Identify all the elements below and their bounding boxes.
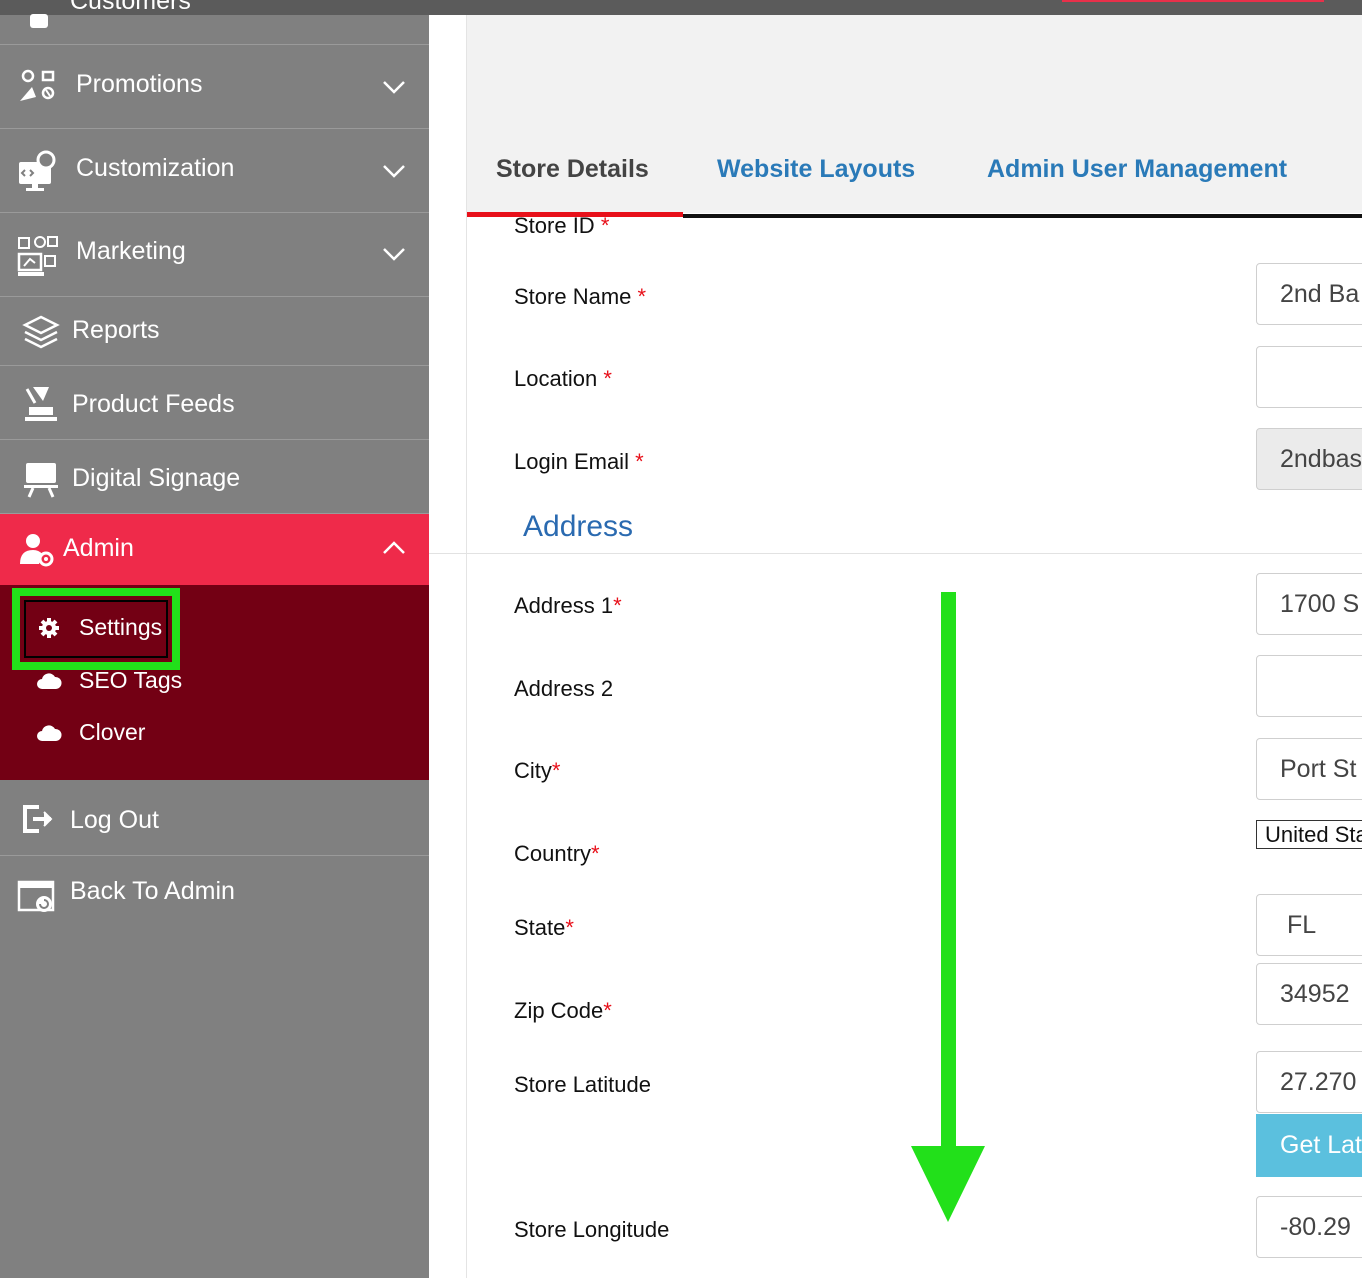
city-label: City* (514, 758, 561, 783)
sidebar-item-label: Marketing (76, 237, 186, 265)
store-longitude-input[interactable]: -80.29 (1256, 1196, 1362, 1258)
browser-back-icon (14, 873, 60, 919)
store-longitude-label: Store Longitude (514, 1217, 670, 1242)
chevron-down-icon[interactable] (381, 77, 407, 97)
chevron-up-icon[interactable] (381, 538, 407, 558)
address1-label: Address 1* (514, 593, 622, 618)
section-divider (429, 553, 1362, 554)
user-gear-icon (14, 527, 60, 573)
cloud-icon (36, 670, 62, 692)
sidebar-item-label: Back To Admin (70, 877, 235, 905)
tab-admin-user-management[interactable]: Admin User Management (987, 155, 1287, 184)
sidebar-item-customization[interactable]: Customization (0, 129, 429, 213)
address2-label: Address 2 (514, 676, 614, 701)
submenu-item-label: Clover (79, 719, 146, 745)
submenu-item-seo-tags[interactable]: SEO Tags (36, 667, 182, 694)
country-select[interactable]: United Sta (1256, 820, 1362, 849)
sidebar-item-marketing[interactable]: Marketing (0, 213, 429, 297)
sidebar-item-label: Log Out (70, 806, 159, 834)
sidebar-item-reports[interactable]: Reports (0, 297, 429, 366)
address-section-title: Address (523, 510, 634, 543)
sidebar-item-logout[interactable]: Log Out (0, 780, 429, 856)
chevron-down-icon[interactable] (381, 161, 407, 181)
country-label: Country* (514, 841, 600, 866)
zip-code-label: Zip Code* (514, 998, 612, 1023)
logout-icon (14, 796, 60, 842)
marketing-icon (16, 233, 62, 279)
store-name-input[interactable]: 2nd Ba (1256, 263, 1362, 325)
sidebar-item-label: Promotions (76, 70, 203, 98)
cloud-icon (36, 722, 62, 744)
store-latitude-input[interactable]: 27.270 (1256, 1051, 1362, 1113)
tab-website-layouts[interactable]: Website Layouts (717, 155, 915, 184)
location-label: Location * (514, 366, 612, 391)
settings-focus-outline (24, 600, 168, 658)
tab-divider (683, 214, 1362, 218)
sidebar-item-label: Digital Signage (72, 464, 241, 492)
city-input[interactable]: Port St (1256, 738, 1362, 800)
main-gutter (429, 15, 467, 1278)
sidebar-item-customers[interactable]: Customers (0, 0, 429, 45)
store-id-label: Store ID * (514, 217, 610, 238)
down-arrow-icon (911, 592, 985, 1222)
submenu-item-clover[interactable]: Clover (36, 719, 145, 746)
address1-input[interactable]: 1700 S (1256, 573, 1362, 635)
sidebar-item-label: Product Feeds (72, 390, 235, 418)
sidebar-item-label: Reports (72, 316, 160, 344)
customers-icon (16, 0, 62, 42)
promotions-icon (16, 64, 62, 110)
sidebar-item-product-feeds[interactable]: Product Feeds (0, 366, 429, 440)
monitor-icon (18, 456, 64, 502)
location-input[interactable] (1256, 346, 1362, 408)
sidebar-item-label: Admin (63, 534, 134, 562)
sidebar-item-digital-signage[interactable]: Digital Signage (0, 440, 429, 514)
chevron-down-icon[interactable] (381, 244, 407, 264)
sidebar-item-admin[interactable]: Admin (0, 514, 429, 585)
sidebar-item-label: Customization (76, 154, 235, 182)
store-name-label: Store Name * (514, 284, 647, 309)
login-email-label: Login Email * (514, 449, 644, 474)
top-bar-accent (1062, 0, 1324, 2)
state-label: State* (514, 915, 574, 940)
tab-store-details[interactable]: Store Details (496, 155, 649, 184)
get-lat-long-button[interactable]: Get Lat (1256, 1114, 1362, 1177)
layers-icon (18, 309, 64, 355)
submenu-item-label: SEO Tags (79, 667, 183, 693)
sidebar-item-label: Customers (70, 0, 191, 15)
state-input[interactable]: FL (1256, 894, 1362, 956)
address2-input[interactable] (1256, 655, 1362, 717)
store-latitude-label: Store Latitude (514, 1072, 651, 1097)
customization-icon (16, 147, 62, 193)
product-feeds-icon (18, 380, 64, 426)
zip-code-input[interactable]: 34952 (1256, 963, 1362, 1025)
sidebar-item-promotions[interactable]: Promotions (0, 45, 429, 129)
login-email-input: 2ndbas (1256, 428, 1362, 490)
sidebar-item-back-to-admin[interactable]: Back To Admin (0, 856, 429, 930)
